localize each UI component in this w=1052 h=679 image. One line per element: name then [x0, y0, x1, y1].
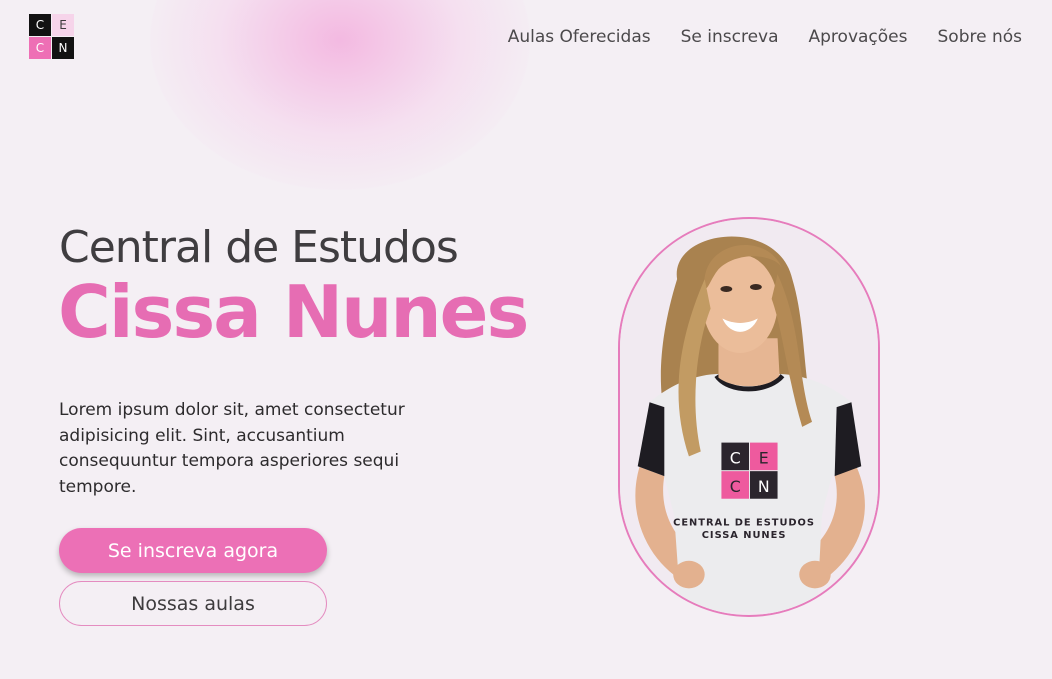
- nav-item-aulas[interactable]: Aulas Oferecidas: [508, 27, 651, 47]
- portrait-illustration: C E C N CENTRAL DE ESTUDOS CISSA NUNES: [620, 220, 878, 614]
- shirt-letter-n: N: [758, 477, 770, 496]
- hero-name: Cissa Nunes: [58, 270, 529, 354]
- logo-letter-n: N: [52, 37, 74, 59]
- shirt-letter-c2: C: [730, 477, 741, 496]
- hero-description: Lorem ipsum dolor sit, amet consectetur …: [59, 400, 405, 497]
- shirt-letter-e: E: [759, 448, 769, 467]
- logo-letter-e: E: [52, 14, 74, 36]
- classes-button[interactable]: Nossas aulas: [59, 581, 327, 626]
- main-nav: Aulas Oferecidas Se inscreva Aprovações …: [508, 27, 1022, 47]
- logo-letter-c1: C: [29, 14, 51, 36]
- background-glow: [150, 0, 530, 190]
- shirt-letter-c1: C: [730, 448, 741, 467]
- nav-item-inscreva[interactable]: Se inscreva: [681, 27, 779, 47]
- shirt-text-line2: CISSA NUNES: [702, 530, 787, 541]
- nav-item-aprovacoes[interactable]: Aprovações: [809, 27, 908, 47]
- logo[interactable]: C E C N: [29, 14, 75, 64]
- logo-letter-c2: C: [29, 37, 51, 59]
- enroll-button[interactable]: Se inscreva agora: [59, 528, 327, 573]
- hero-title: Central de Estudos: [59, 222, 459, 273]
- shirt-text-line1: CENTRAL DE ESTUDOS: [673, 517, 815, 528]
- portrait-image: C E C N CENTRAL DE ESTUDOS CISSA NUNES: [618, 217, 880, 617]
- nav-item-sobre[interactable]: Sobre nós: [938, 27, 1023, 47]
